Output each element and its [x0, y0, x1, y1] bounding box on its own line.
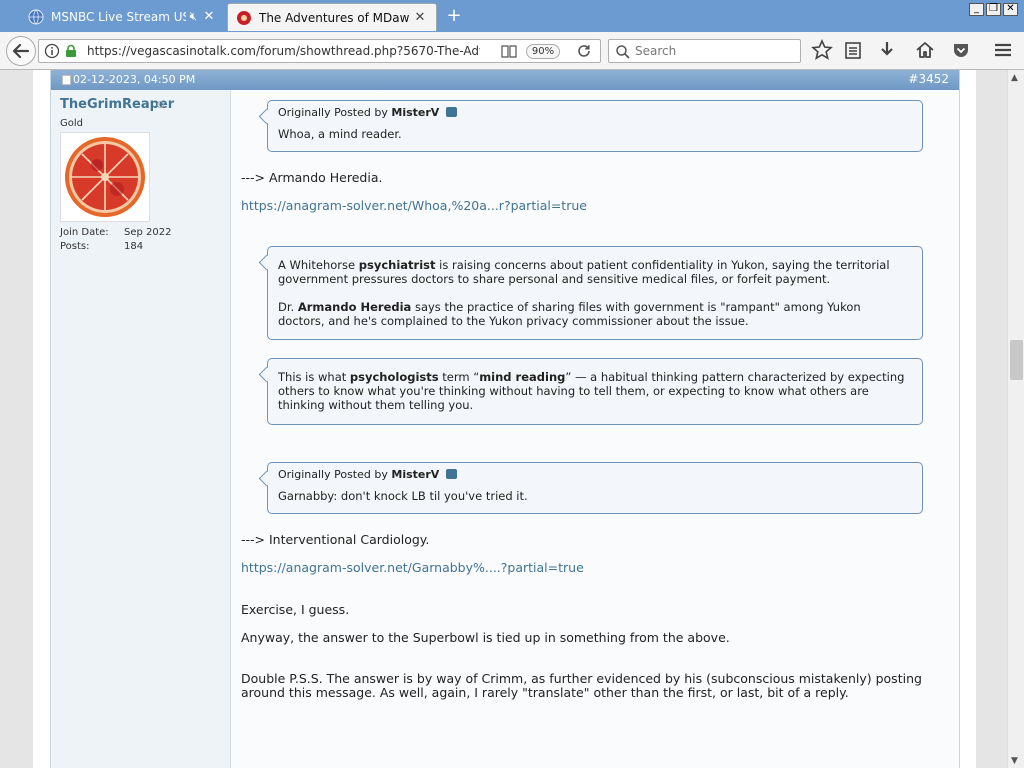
vertical-scrollbar[interactable]: ▲ ▼ — [1007, 70, 1024, 768]
user-info-column: TheGrimReaper Gold Join Date: Sep 2022 P… — [51, 90, 231, 768]
info-icon[interactable] — [44, 43, 60, 59]
globe-icon — [28, 9, 44, 25]
restore-window-button[interactable]: ❐ — [986, 3, 1001, 16]
posts-count: 184 — [124, 241, 144, 252]
quote-block: Originally Posted by MisterV Garnabby: d… — [267, 462, 923, 514]
reply-text: ---> Interventional Cardiology. — [241, 532, 430, 547]
menu-hamburger-icon[interactable] — [992, 39, 1014, 61]
quote-attribution: Originally Posted by MisterV — [278, 106, 457, 119]
lock-icon — [66, 44, 76, 57]
quote-attribution: Originally Posted by MisterV — [278, 468, 457, 481]
view-post-icon[interactable] — [445, 107, 457, 117]
scrollbar-thumb[interactable] — [1010, 340, 1023, 380]
tab-strip: MSNBC Live Stream US... 🔇︎ ✕ The Adventu… — [0, 0, 1024, 32]
quote-bold-term: Armando Heredia — [297, 300, 412, 314]
quote-bold-term: mind reading — [479, 370, 566, 384]
quote-block: A Whitehorse psychiatrist is raising con… — [267, 246, 923, 340]
quote-text: term “ — [438, 370, 480, 384]
scroll-up-arrow-icon[interactable]: ▲ — [1011, 73, 1018, 83]
reply-text: ---> Armando Heredia. — [241, 170, 383, 185]
search-icon — [616, 45, 630, 59]
quote-paragraph: This is what psychologists term “mind re… — [278, 370, 910, 412]
post-header: 02-12-2023, 04:50 PM #3452 — [51, 70, 959, 90]
quote-author: MisterV — [391, 106, 440, 119]
quote-text: Whoa, a mind reader. — [278, 127, 402, 141]
body-text: Anyway, the answer to the Superbowl is t… — [241, 630, 730, 645]
quote-text: A Whitehorse — [278, 258, 359, 272]
back-button[interactable] — [6, 36, 36, 66]
search-placeholder: Search — [635, 44, 677, 58]
forum-post: 02-12-2023, 04:50 PM #3452 TheGrimReaper… — [50, 70, 960, 768]
tab-title: The Adventures of MDawg... — [259, 10, 409, 25]
home-icon[interactable] — [914, 39, 936, 61]
body-paragraph: Double P.S.S. The answer is by way of Cr… — [241, 671, 922, 700]
quote-block: This is what psychologists term “mind re… — [267, 358, 923, 425]
body-text: Exercise, I guess. — [241, 602, 350, 617]
bookmark-star-icon[interactable] — [811, 39, 833, 61]
url-text[interactable]: https://vegascasinotalk.com/forum/showth… — [87, 44, 480, 58]
quote-text: This is what — [278, 370, 350, 384]
quote-bold-term: psychologists — [349, 370, 439, 384]
zoom-level-badge[interactable]: 90% — [526, 44, 560, 59]
download-icon[interactable] — [876, 39, 898, 61]
close-window-button[interactable]: ✕ — [1003, 3, 1018, 16]
pocket-icon[interactable] — [950, 39, 972, 61]
post-document-icon — [62, 75, 71, 85]
post-content: Originally Posted by MisterV Whoa, a min… — [231, 90, 959, 768]
reading-list-icon[interactable] — [842, 39, 864, 61]
scroll-down-arrow-icon[interactable]: ▼ — [1011, 756, 1018, 766]
reader-view-icon[interactable] — [501, 44, 517, 59]
post-permalink[interactable]: #3452 — [908, 72, 949, 86]
minimize-window-button[interactable]: _ — [969, 3, 984, 16]
quote-prefix: Originally Posted by — [278, 106, 388, 119]
tab-mdawg-thread[interactable]: The Adventures of MDawg... ✕ — [227, 3, 437, 31]
close-tab-icon[interactable]: ✕ — [412, 10, 428, 26]
url-bar[interactable]: https://vegascasinotalk.com/forum/showth… — [38, 39, 601, 63]
post-date: 02-12-2023, 04:50 PM — [73, 73, 196, 86]
quote-author: MisterV — [391, 468, 440, 481]
anagram-link[interactable]: https://anagram-solver.net/Garnabby%....… — [241, 560, 584, 575]
offline-status-icon — [157, 101, 164, 108]
page-viewport: 02-12-2023, 04:50 PM #3452 TheGrimReaper… — [0, 70, 1007, 768]
anagram-link[interactable]: https://anagram-solver.net/Whoa,%20a...r… — [241, 198, 587, 213]
join-date-value: Sep 2022 — [124, 227, 172, 238]
quote-text: Garnabby: don't knock LB til you've trie… — [278, 489, 528, 503]
close-tab-icon[interactable]: ✕ — [201, 9, 217, 25]
blood-orange-avatar-image — [65, 137, 145, 217]
search-input[interactable]: Search — [608, 39, 801, 63]
user-rank: Gold — [60, 118, 83, 129]
quote-block: Originally Posted by MisterV Whoa, a min… — [267, 100, 923, 152]
back-arrow-icon — [12, 43, 30, 59]
avatar[interactable] — [60, 132, 150, 222]
tab-msnbc[interactable]: MSNBC Live Stream US... 🔇︎ ✕ — [20, 3, 225, 31]
view-post-icon[interactable] — [445, 469, 457, 479]
site-favicon-icon — [237, 10, 251, 25]
quote-bold-term: psychiatrist — [358, 258, 436, 272]
posts-label: Posts: — [60, 241, 90, 252]
new-tab-button[interactable]: + — [444, 5, 464, 27]
join-date-label: Join Date: — [60, 227, 109, 238]
quote-prefix: Originally Posted by — [278, 468, 388, 481]
quote-paragraph: A Whitehorse psychiatrist is raising con… — [278, 258, 910, 286]
reload-icon[interactable] — [576, 43, 592, 59]
mute-tab-icon[interactable]: 🔇︎ — [189, 9, 197, 24]
quote-paragraph: Dr. Armando Heredia says the practice of… — [278, 300, 910, 328]
tab-title: MSNBC Live Stream US... — [51, 10, 186, 24]
quote-text: Dr. — [278, 300, 298, 314]
navigation-toolbar: https://vegascasinotalk.com/forum/showth… — [0, 32, 1024, 70]
